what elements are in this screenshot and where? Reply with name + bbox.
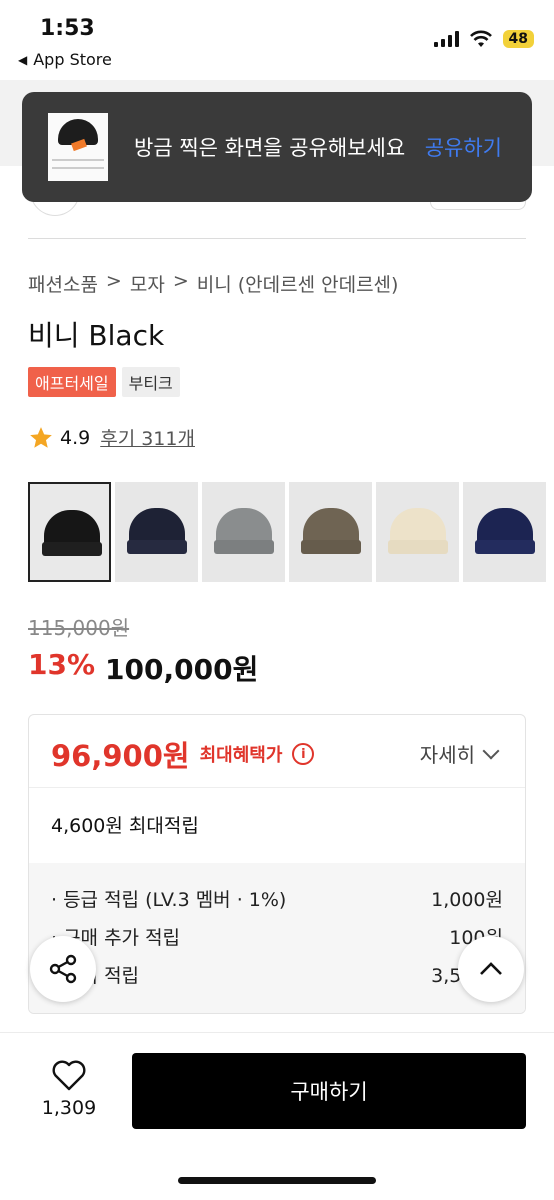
- screenshot-share-toast: 방금 찍은 화면을 공유해보세요 공유하기: [22, 92, 532, 202]
- color-option-black[interactable]: [28, 482, 111, 582]
- screenshot-thumbnail[interactable]: [48, 113, 108, 181]
- battery-indicator: 48: [502, 30, 534, 48]
- cellular-signal-icon: [433, 31, 459, 47]
- max-benefit-card: 96,900원 최대혜택가 i 자세히 4,600원 최대적립 · 등급 적립 …: [28, 714, 526, 1014]
- points-line: · 후기 적립 3,500원: [51, 961, 503, 988]
- color-option-brown[interactable]: [289, 482, 372, 582]
- heart-icon: [52, 1060, 86, 1091]
- toast-message: 방금 찍은 화면을 공유해보세요: [134, 136, 406, 160]
- sale-price: 100,000원: [105, 653, 259, 686]
- max-benefit-label: 최대혜택가: [199, 745, 283, 766]
- chevron-down-icon: [482, 742, 500, 759]
- beanie-cuff: [388, 540, 448, 554]
- clock: 1:53: [40, 16, 95, 41]
- header-divider: [28, 238, 526, 239]
- share-icon: [49, 954, 77, 984]
- reviews-link[interactable]: 후기 311개: [100, 424, 195, 451]
- breadcrumb-separator: >: [105, 270, 122, 292]
- scroll-top-button[interactable]: [458, 936, 524, 1002]
- beanie-cuff: [127, 540, 187, 554]
- original-price: 115,000원: [28, 616, 130, 640]
- star-icon: [30, 426, 52, 448]
- max-benefit-header: 96,900원 최대혜택가 i: [51, 733, 315, 775]
- color-option-grey[interactable]: [202, 482, 285, 582]
- like-button[interactable]: 1,309: [36, 1059, 102, 1119]
- points-line-value: 1,000원: [431, 889, 503, 911]
- rating-value: 4.9: [60, 426, 91, 449]
- points-line-label: · 등급 적립 (LV.3 멤버 · 1%): [51, 889, 287, 911]
- chevron-up-icon: [480, 962, 502, 975]
- points-breakdown: · 등급 적립 (LV.3 멤버 · 1%) 1,000원 · 구매 추가 적립…: [29, 863, 525, 1013]
- color-option-navy[interactable]: [115, 482, 198, 582]
- after-sale-badge: 애프터세일: [28, 367, 116, 397]
- detail-label: 자세히: [419, 743, 475, 767]
- bottom-action-bar: 1,309 구매하기: [0, 1032, 554, 1200]
- product-title: 비니 Black: [28, 319, 165, 352]
- like-count: 1,309: [41, 1097, 97, 1119]
- color-option-blue[interactable]: [463, 482, 546, 582]
- rating-row: 4.9 후기 311개: [28, 424, 195, 451]
- breadcrumb: 패션소품 > 모자 > 비니 (안데르센 안데르센): [28, 270, 398, 297]
- breadcrumb-item[interactable]: 모자: [130, 270, 165, 297]
- beanie-cuff: [301, 540, 361, 554]
- back-app-label: App Store: [33, 50, 112, 69]
- back-to-app-store[interactable]: ◀ App Store: [18, 50, 112, 69]
- discount-rate: 13%: [28, 648, 96, 681]
- card-divider: [29, 787, 525, 788]
- thumbnail-line: [52, 167, 104, 169]
- breadcrumb-item[interactable]: 패션소품: [28, 270, 98, 297]
- thumbnail-line: [52, 159, 104, 161]
- buy-button[interactable]: 구매하기: [132, 1053, 526, 1129]
- wifi-icon: [469, 30, 492, 47]
- breadcrumb-separator: >: [172, 270, 189, 292]
- status-icons: 48: [433, 30, 534, 48]
- max-benefit-price: 96,900원: [51, 739, 190, 773]
- back-arrow-icon: ◀: [18, 52, 28, 67]
- toast-share-button[interactable]: 공유하기: [425, 132, 502, 162]
- points-line: · 구매 추가 적립 100원: [51, 923, 503, 950]
- sale-price-row: 13% 100,000원: [28, 648, 258, 688]
- status-bar: 1:53 ◀ App Store 48: [0, 0, 554, 80]
- product-tags: 애프터세일 부티크: [28, 367, 180, 397]
- color-option-cream[interactable]: [376, 482, 459, 582]
- home-indicator: [178, 1177, 376, 1184]
- breadcrumb-item[interactable]: 비니 (안데르센 안데르센): [197, 270, 399, 297]
- beanie-cuff: [475, 540, 535, 554]
- detail-toggle-button[interactable]: 자세히: [419, 739, 500, 768]
- info-icon[interactable]: i: [292, 743, 315, 765]
- boutique-badge: 부티크: [121, 367, 180, 397]
- color-options: [28, 482, 546, 582]
- beanie-cuff: [42, 542, 102, 556]
- points-line: · 등급 적립 (LV.3 멤버 · 1%) 1,000원: [51, 885, 503, 912]
- beanie-cuff: [214, 540, 274, 554]
- points-total: 4,600원 최대적립: [51, 815, 199, 837]
- share-button[interactable]: [30, 936, 96, 1002]
